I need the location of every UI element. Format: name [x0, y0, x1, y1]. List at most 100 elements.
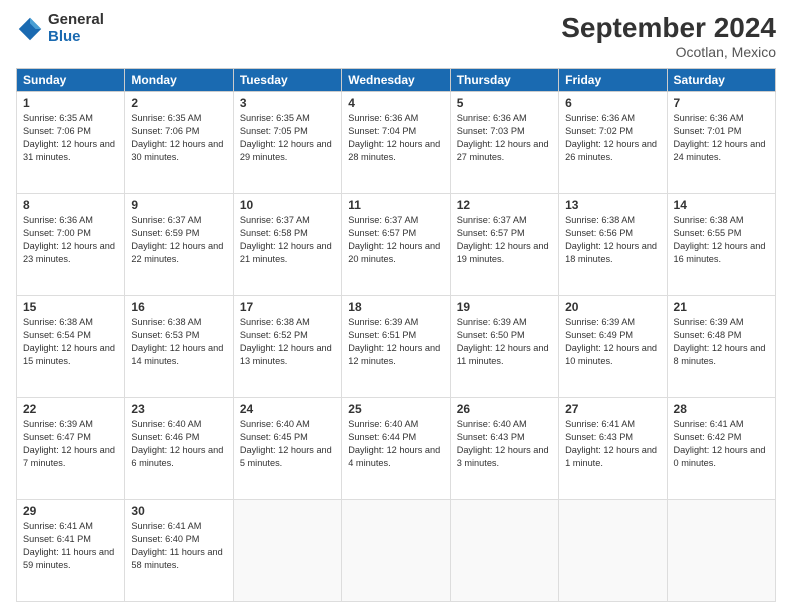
- logo: General Blue: [16, 12, 104, 45]
- calendar-header: Sunday Monday Tuesday Wednesday Thursday…: [17, 69, 776, 92]
- table-row: 25Sunrise: 6:40 AMSunset: 6:44 PMDayligh…: [342, 398, 450, 500]
- day-info: Sunrise: 6:35 AMSunset: 7:06 PMDaylight:…: [131, 112, 226, 164]
- day-info: Sunrise: 6:41 AMSunset: 6:42 PMDaylight:…: [674, 418, 769, 470]
- table-row: [342, 500, 450, 602]
- day-info: Sunrise: 6:39 AMSunset: 6:51 PMDaylight:…: [348, 316, 443, 368]
- calendar-table: Sunday Monday Tuesday Wednesday Thursday…: [16, 68, 776, 602]
- day-info: Sunrise: 6:36 AMSunset: 7:00 PMDaylight:…: [23, 214, 118, 266]
- day-number: 22: [23, 402, 118, 416]
- day-info: Sunrise: 6:40 AMSunset: 6:43 PMDaylight:…: [457, 418, 552, 470]
- day-info: Sunrise: 6:36 AMSunset: 7:04 PMDaylight:…: [348, 112, 443, 164]
- table-row: 13 Sunrise: 6:38 AMSunset: 6:56 PMDayligh…: [559, 194, 667, 296]
- day-number: 1: [23, 96, 118, 110]
- day-info: Sunrise: 6:36 AMSunset: 7:01 PMDaylight:…: [674, 112, 769, 164]
- calendar-week-row: 22Sunrise: 6:39 AMSunset: 6:47 PMDayligh…: [17, 398, 776, 500]
- day-number: 6: [565, 96, 660, 110]
- day-number: 17: [240, 300, 335, 314]
- table-row: 9 Sunrise: 6:37 AMSunset: 6:59 PMDaylight…: [125, 194, 233, 296]
- col-thursday: Thursday: [450, 69, 558, 92]
- logo-text: General Blue: [48, 12, 104, 45]
- day-info: Sunrise: 6:39 AMSunset: 6:49 PMDaylight:…: [565, 316, 660, 368]
- day-number: 13: [565, 198, 660, 212]
- day-number: 8: [23, 198, 118, 212]
- table-row: 5 Sunrise: 6:36 AMSunset: 7:03 PMDaylight…: [450, 92, 558, 194]
- day-info: Sunrise: 6:38 AMSunset: 6:56 PMDaylight:…: [565, 214, 660, 266]
- day-number: 10: [240, 198, 335, 212]
- table-row: [559, 500, 667, 602]
- day-number: 19: [457, 300, 552, 314]
- page: General Blue September 2024 Ocotlan, Mex…: [0, 0, 792, 612]
- table-row: 10 Sunrise: 6:37 AMSunset: 6:58 PMDayligh…: [233, 194, 341, 296]
- table-row: [667, 500, 775, 602]
- day-info: Sunrise: 6:37 AMSunset: 6:57 PMDaylight:…: [348, 214, 443, 266]
- day-number: 28: [674, 402, 769, 416]
- title-block: September 2024 Ocotlan, Mexico: [561, 12, 776, 60]
- day-info: Sunrise: 6:40 AMSunset: 6:45 PMDaylight:…: [240, 418, 335, 470]
- table-row: 1 Sunrise: 6:35 AMSunset: 7:06 PMDaylight…: [17, 92, 125, 194]
- table-row: [450, 500, 558, 602]
- table-row: 28 Sunrise: 6:41 AMSunset: 6:42 PMDayligh…: [667, 398, 775, 500]
- day-number: 21: [674, 300, 769, 314]
- day-info: Sunrise: 6:40 AMSunset: 6:44 PMDaylight:…: [348, 418, 443, 470]
- table-row: 18Sunrise: 6:39 AMSunset: 6:51 PMDayligh…: [342, 296, 450, 398]
- day-number: 12: [457, 198, 552, 212]
- col-wednesday: Wednesday: [342, 69, 450, 92]
- table-row: 12 Sunrise: 6:37 AMSunset: 6:57 PMDayligh…: [450, 194, 558, 296]
- col-saturday: Saturday: [667, 69, 775, 92]
- table-row: 27Sunrise: 6:41 AMSunset: 6:43 PMDayligh…: [559, 398, 667, 500]
- day-number: 30: [131, 504, 226, 518]
- logo-blue-text: Blue: [48, 29, 104, 46]
- table-row: 24 Sunrise: 6:40 AMSunset: 6:45 PMDayligh…: [233, 398, 341, 500]
- day-info: Sunrise: 6:36 AMSunset: 7:02 PMDaylight:…: [565, 112, 660, 164]
- day-number: 16: [131, 300, 226, 314]
- day-number: 26: [457, 402, 552, 416]
- day-number: 20: [565, 300, 660, 314]
- col-tuesday: Tuesday: [233, 69, 341, 92]
- day-info: Sunrise: 6:39 AMSunset: 6:50 PMDaylight:…: [457, 316, 552, 368]
- day-number: 5: [457, 96, 552, 110]
- col-friday: Friday: [559, 69, 667, 92]
- col-sunday: Sunday: [17, 69, 125, 92]
- day-info: Sunrise: 6:38 AMSunset: 6:52 PMDaylight:…: [240, 316, 335, 368]
- day-info: Sunrise: 6:39 AMSunset: 6:48 PMDaylight:…: [674, 316, 769, 368]
- table-row: 7Sunrise: 6:36 AMSunset: 7:01 PMDaylight…: [667, 92, 775, 194]
- calendar-week-row: 15Sunrise: 6:38 AMSunset: 6:54 PMDayligh…: [17, 296, 776, 398]
- day-number: 11: [348, 198, 443, 212]
- day-info: Sunrise: 6:41 AMSunset: 6:40 PMDaylight:…: [131, 520, 226, 572]
- day-info: Sunrise: 6:37 AMSunset: 6:58 PMDaylight:…: [240, 214, 335, 266]
- day-number: 3: [240, 96, 335, 110]
- logo-general-text: General: [48, 12, 104, 29]
- day-info: Sunrise: 6:38 AMSunset: 6:55 PMDaylight:…: [674, 214, 769, 266]
- day-number: 9: [131, 198, 226, 212]
- day-info: Sunrise: 6:41 AMSunset: 6:43 PMDaylight:…: [565, 418, 660, 470]
- day-info: Sunrise: 6:37 AMSunset: 6:57 PMDaylight:…: [457, 214, 552, 266]
- table-row: 4Sunrise: 6:36 AMSunset: 7:04 PMDaylight…: [342, 92, 450, 194]
- table-row: 20 Sunrise: 6:39 AMSunset: 6:49 PMDayligh…: [559, 296, 667, 398]
- table-row: 6 Sunrise: 6:36 AMSunset: 7:02 PMDaylight…: [559, 92, 667, 194]
- day-info: Sunrise: 6:37 AMSunset: 6:59 PMDaylight:…: [131, 214, 226, 266]
- logo-icon: [16, 15, 44, 43]
- calendar-week-row: 1 Sunrise: 6:35 AMSunset: 7:06 PMDaylight…: [17, 92, 776, 194]
- table-row: 16 Sunrise: 6:38 AMSunset: 6:53 PMDayligh…: [125, 296, 233, 398]
- header: General Blue September 2024 Ocotlan, Mex…: [16, 12, 776, 60]
- table-row: 22Sunrise: 6:39 AMSunset: 6:47 PMDayligh…: [17, 398, 125, 500]
- day-number: 24: [240, 402, 335, 416]
- day-info: Sunrise: 6:40 AMSunset: 6:46 PMDaylight:…: [131, 418, 226, 470]
- day-info: Sunrise: 6:38 AMSunset: 6:53 PMDaylight:…: [131, 316, 226, 368]
- table-row: 3Sunrise: 6:35 AMSunset: 7:05 PMDaylight…: [233, 92, 341, 194]
- table-row: 21 Sunrise: 6:39 AMSunset: 6:48 PMDayligh…: [667, 296, 775, 398]
- table-row: 8 Sunrise: 6:36 AMSunset: 7:00 PMDaylight…: [17, 194, 125, 296]
- day-info: Sunrise: 6:35 AMSunset: 7:06 PMDaylight:…: [23, 112, 118, 164]
- table-row: 19 Sunrise: 6:39 AMSunset: 6:50 PMDayligh…: [450, 296, 558, 398]
- day-info: Sunrise: 6:38 AMSunset: 6:54 PMDaylight:…: [23, 316, 118, 368]
- day-info: Sunrise: 6:41 AMSunset: 6:41 PMDaylight:…: [23, 520, 118, 572]
- table-row: 15Sunrise: 6:38 AMSunset: 6:54 PMDayligh…: [17, 296, 125, 398]
- table-row: 2Sunrise: 6:35 AMSunset: 7:06 PMDaylight…: [125, 92, 233, 194]
- day-header-row: Sunday Monday Tuesday Wednesday Thursday…: [17, 69, 776, 92]
- month-title: September 2024: [561, 12, 776, 44]
- table-row: 30 Sunrise: 6:41 AMSunset: 6:40 PMDayligh…: [125, 500, 233, 602]
- calendar-week-row: 29Sunrise: 6:41 AMSunset: 6:41 PMDayligh…: [17, 500, 776, 602]
- day-info: Sunrise: 6:36 AMSunset: 7:03 PMDaylight:…: [457, 112, 552, 164]
- calendar-week-row: 8 Sunrise: 6:36 AMSunset: 7:00 PMDaylight…: [17, 194, 776, 296]
- location: Ocotlan, Mexico: [561, 44, 776, 60]
